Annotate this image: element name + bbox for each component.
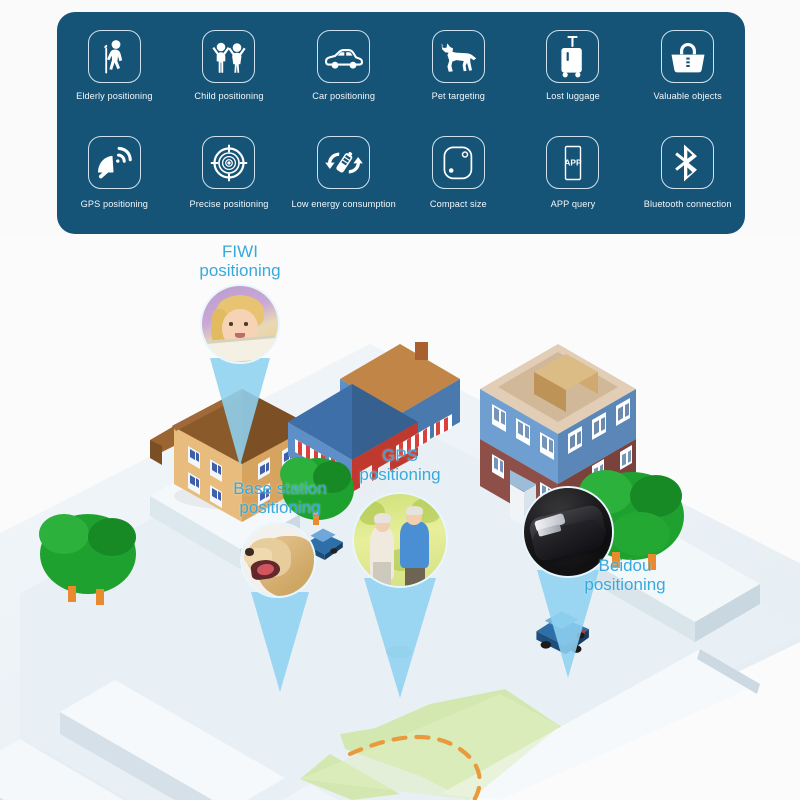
feature-label: Compact size — [429, 199, 487, 209]
isometric-city-scene: FIWI positioning Base station positionin… — [0, 234, 800, 800]
pin-label-fiwi: FIWI positioning — [199, 242, 281, 281]
feature-item-low-energy-consumption[interactable]: Low energy consumption — [286, 128, 401, 234]
bluetooth-icon — [661, 136, 715, 189]
rounded-device-icon — [431, 136, 485, 189]
feature-item-elderly-positioning[interactable]: Elderly positioning — [57, 22, 172, 128]
two-children-icon — [202, 30, 256, 83]
feature-item-bluetooth-connection[interactable]: Bluetooth connection — [630, 128, 745, 234]
feature-item-child-positioning[interactable]: Child positioning — [172, 22, 287, 128]
feature-item-pet-targeting[interactable]: Pet targeting — [401, 22, 516, 128]
pin-label-base-station: Base station positioning — [233, 479, 327, 518]
app-glyph-text: APP — [564, 157, 582, 167]
feature-item-car-positioning[interactable]: Car positioning — [286, 22, 401, 128]
elderly-person-cane-icon — [87, 30, 141, 83]
elderly-couple-photo — [352, 492, 448, 588]
feature-label: Bluetooth connection — [643, 199, 732, 209]
feature-item-app-query[interactable]: APP APP query — [516, 128, 631, 234]
pin-base-station[interactable] — [234, 522, 326, 702]
feature-item-gps-positioning[interactable]: GPS positioning — [57, 128, 172, 234]
feature-label: Car positioning — [312, 91, 376, 101]
pin-label-gps: GPS positioning — [359, 446, 441, 485]
pin-fiwi[interactable] — [197, 284, 283, 466]
feature-label: Pet targeting — [431, 91, 486, 101]
feature-item-compact-size[interactable]: Compact size — [401, 128, 516, 234]
pin-beam — [364, 578, 436, 698]
dog-photo — [240, 522, 317, 598]
feature-label: Precise positioning — [189, 199, 269, 209]
suitcase-icon — [546, 30, 600, 83]
phone-app-icon: APP — [546, 136, 600, 189]
feature-item-valuable-objects[interactable]: Valuable objects — [630, 22, 745, 128]
battery-recycle-icon — [317, 136, 371, 189]
handbag-icon — [661, 30, 715, 83]
child-reading-photo — [200, 284, 280, 364]
car-icon — [317, 30, 371, 83]
feature-item-precise-positioning[interactable]: Precise positioning — [172, 128, 287, 234]
feature-label: APP query — [550, 199, 596, 209]
feature-label: Child positioning — [194, 91, 264, 101]
feature-banner: Elderly positioning Child positioning Ca… — [57, 12, 745, 234]
feature-item-lost-luggage[interactable]: Lost luggage — [516, 22, 631, 128]
pin-beam — [210, 358, 270, 466]
feature-label: GPS positioning — [80, 199, 149, 209]
feature-label: Low energy consumption — [291, 199, 396, 209]
feature-label: Lost luggage — [546, 91, 600, 101]
dog-icon — [431, 30, 485, 83]
feature-grid: Elderly positioning Child positioning Ca… — [57, 22, 745, 234]
feature-label: Elderly positioning — [76, 91, 153, 101]
pin-label-beidou: Beidou positioning — [584, 556, 666, 595]
pin-gps[interactable] — [348, 492, 452, 698]
feature-label: Valuable objects — [653, 91, 722, 101]
crosshair-target-icon — [202, 136, 256, 189]
satellite-dish-signal-icon — [87, 136, 141, 189]
pin-beam — [251, 592, 309, 692]
